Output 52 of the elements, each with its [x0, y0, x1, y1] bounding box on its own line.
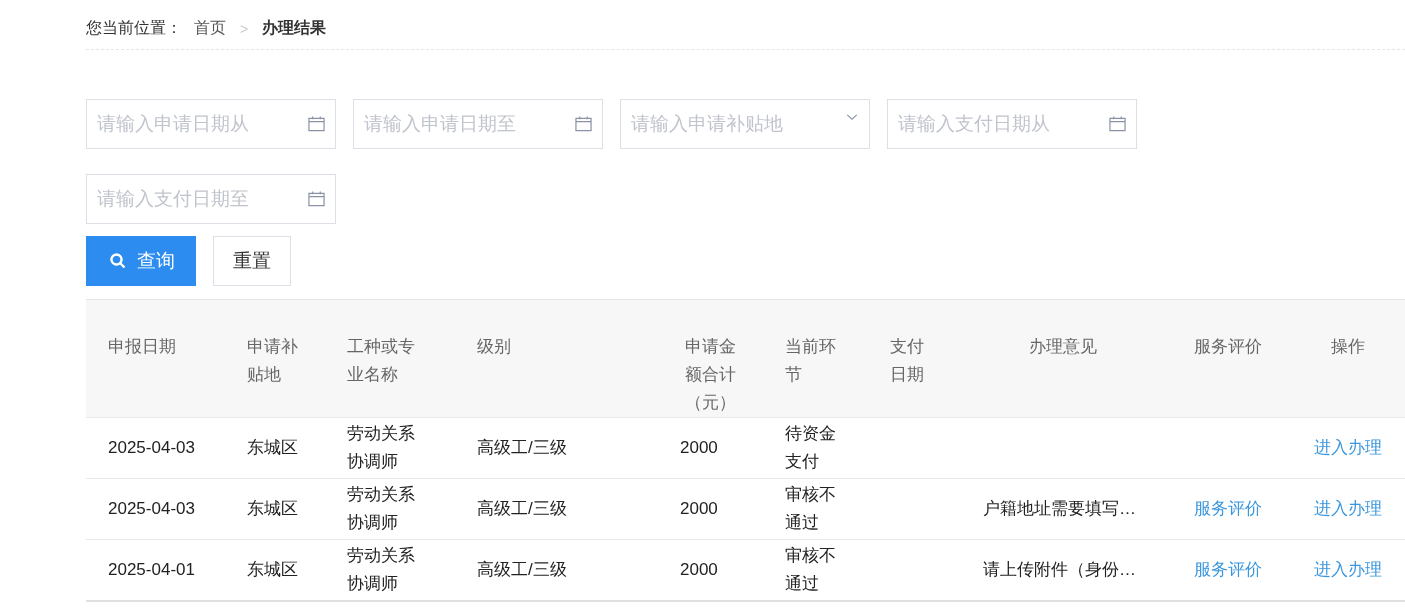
reset-button[interactable]: 重置: [213, 236, 291, 286]
process-link[interactable]: 进入办理: [1313, 499, 1382, 518]
table-cell-text: 2000: [680, 498, 718, 521]
process-link[interactable]: 进入办理: [1313, 438, 1382, 457]
calendar-icon: [1108, 115, 1127, 132]
calendar-icon: [307, 190, 326, 207]
table-cell-text: 东城区: [247, 498, 299, 521]
table-cell-text: 劳动关系协调师: [347, 545, 416, 595]
table-cell-text: 请上传附件（身份…: [983, 559, 1136, 582]
date-field[interactable]: 请输入申请日期至: [353, 99, 603, 149]
table-cell-text: 高级工/三级: [477, 559, 567, 582]
table-cell-text: 东城区: [247, 559, 299, 582]
search-icon: [109, 252, 127, 270]
date-field[interactable]: 请输入支付日期至: [86, 174, 336, 224]
table-cell-text: 东城区: [247, 437, 299, 460]
table-cell-text: 2025-04-03: [108, 437, 195, 460]
table-cell-text: 2000: [680, 559, 718, 582]
select-field[interactable]: 请输入申请补贴地: [620, 99, 870, 149]
evaluate-link[interactable]: 服务评价: [1193, 560, 1262, 579]
column-header: 申请补贴地: [247, 336, 298, 386]
evaluate-link[interactable]: 服务评价: [1193, 499, 1262, 518]
column-header: 申报日期: [108, 336, 176, 358]
date-field[interactable]: 请输入支付日期从: [887, 99, 1137, 149]
table-cell-text: 劳动关系协调师: [347, 423, 416, 473]
table-cell-text: 审核不通过: [785, 484, 837, 534]
calendar-icon: [574, 115, 593, 132]
breadcrumb-separator: >: [240, 20, 249, 37]
table-cell-text: 待资金支付: [785, 423, 837, 473]
date-field[interactable]: 请输入申请日期从: [86, 99, 336, 149]
breadcrumb-item[interactable]: 首页: [194, 18, 226, 39]
column-header: 服务评价: [1193, 336, 1262, 358]
table-cell-text: 高级工/三级: [477, 498, 567, 521]
breadcrumb-label: 您当前位置：: [86, 18, 182, 38]
column-header: 级别: [477, 336, 511, 358]
table-cell-text: 劳动关系协调师: [347, 484, 416, 534]
table-cell-text: 2025-04-01: [108, 559, 195, 582]
column-header: 工种或专业名称: [347, 336, 415, 386]
process-link[interactable]: 进入办理: [1313, 560, 1382, 579]
search-button[interactable]: 查询: [86, 236, 196, 286]
table-cell-text: 高级工/三级: [477, 437, 567, 460]
table-cell-text: 户籍地址需要填写…: [983, 498, 1136, 521]
column-header: 操作: [1330, 336, 1365, 358]
breadcrumb-item: 办理结果: [262, 18, 327, 38]
table-cell-text: 2000: [680, 437, 718, 460]
table-cell-text: 2025-04-03: [108, 498, 195, 521]
column-header: 支付日期: [890, 336, 924, 386]
chevron-down-icon: [846, 113, 858, 121]
column-header: 办理意见: [1028, 336, 1097, 358]
calendar-icon: [307, 115, 326, 132]
table-cell-text: 审核不通过: [785, 545, 837, 595]
column-header: 当前环节: [785, 336, 836, 386]
column-header: 申请金额合计（元）: [684, 336, 737, 414]
